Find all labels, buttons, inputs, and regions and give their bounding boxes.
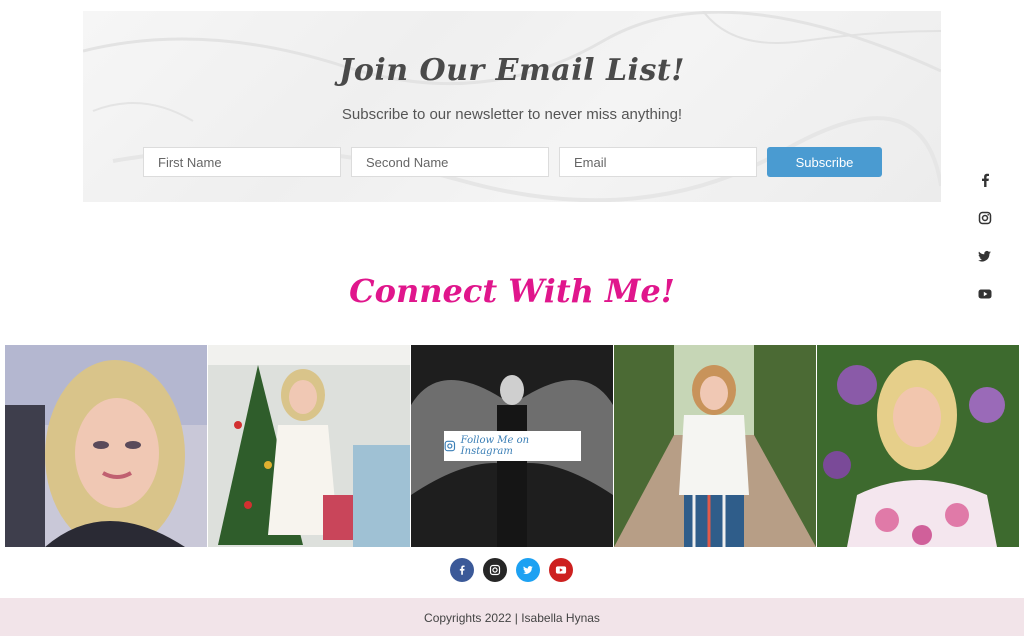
email-input[interactable] bbox=[559, 147, 757, 177]
newsletter-title: Join Our Email List! bbox=[339, 53, 685, 88]
connect-title: Connect With Me! bbox=[349, 272, 675, 310]
instagram-gallery: Follow Me on Instagram bbox=[5, 345, 1020, 547]
first-name-input[interactable] bbox=[143, 147, 341, 177]
instagram-photo[interactable] bbox=[817, 345, 1019, 547]
facebook-icon[interactable] bbox=[450, 558, 474, 582]
youtube-icon[interactable] bbox=[549, 558, 573, 582]
twitter-icon[interactable] bbox=[516, 558, 540, 582]
instagram-icon bbox=[444, 440, 456, 452]
newsletter-subtitle: Subscribe to our newsletter to never mis… bbox=[341, 106, 683, 123]
instagram-photo[interactable] bbox=[208, 345, 410, 547]
follow-instagram-badge[interactable]: Follow Me on Instagram bbox=[444, 431, 581, 461]
subscribe-button[interactable]: Subscribe bbox=[767, 147, 882, 177]
footer: Copyrights 2022 | Isabella Hynas bbox=[0, 598, 1024, 636]
twitter-icon[interactable] bbox=[975, 246, 995, 266]
instagram-icon[interactable] bbox=[483, 558, 507, 582]
instagram-icon[interactable] bbox=[975, 208, 995, 228]
copyright-text: Copyrights 2022 | Isabella Hynas bbox=[424, 611, 600, 625]
round-social-icons bbox=[450, 558, 573, 582]
instagram-photo[interactable] bbox=[5, 345, 207, 547]
second-name-input[interactable] bbox=[351, 147, 549, 177]
follow-instagram-label: Follow Me on Instagram bbox=[460, 435, 530, 457]
newsletter-section: Join Our Email List! Subscribe to our ne… bbox=[83, 11, 941, 202]
instagram-photo[interactable] bbox=[614, 345, 816, 547]
instagram-photo[interactable]: Follow Me on Instagram bbox=[411, 345, 613, 547]
facebook-icon[interactable] bbox=[975, 170, 995, 190]
